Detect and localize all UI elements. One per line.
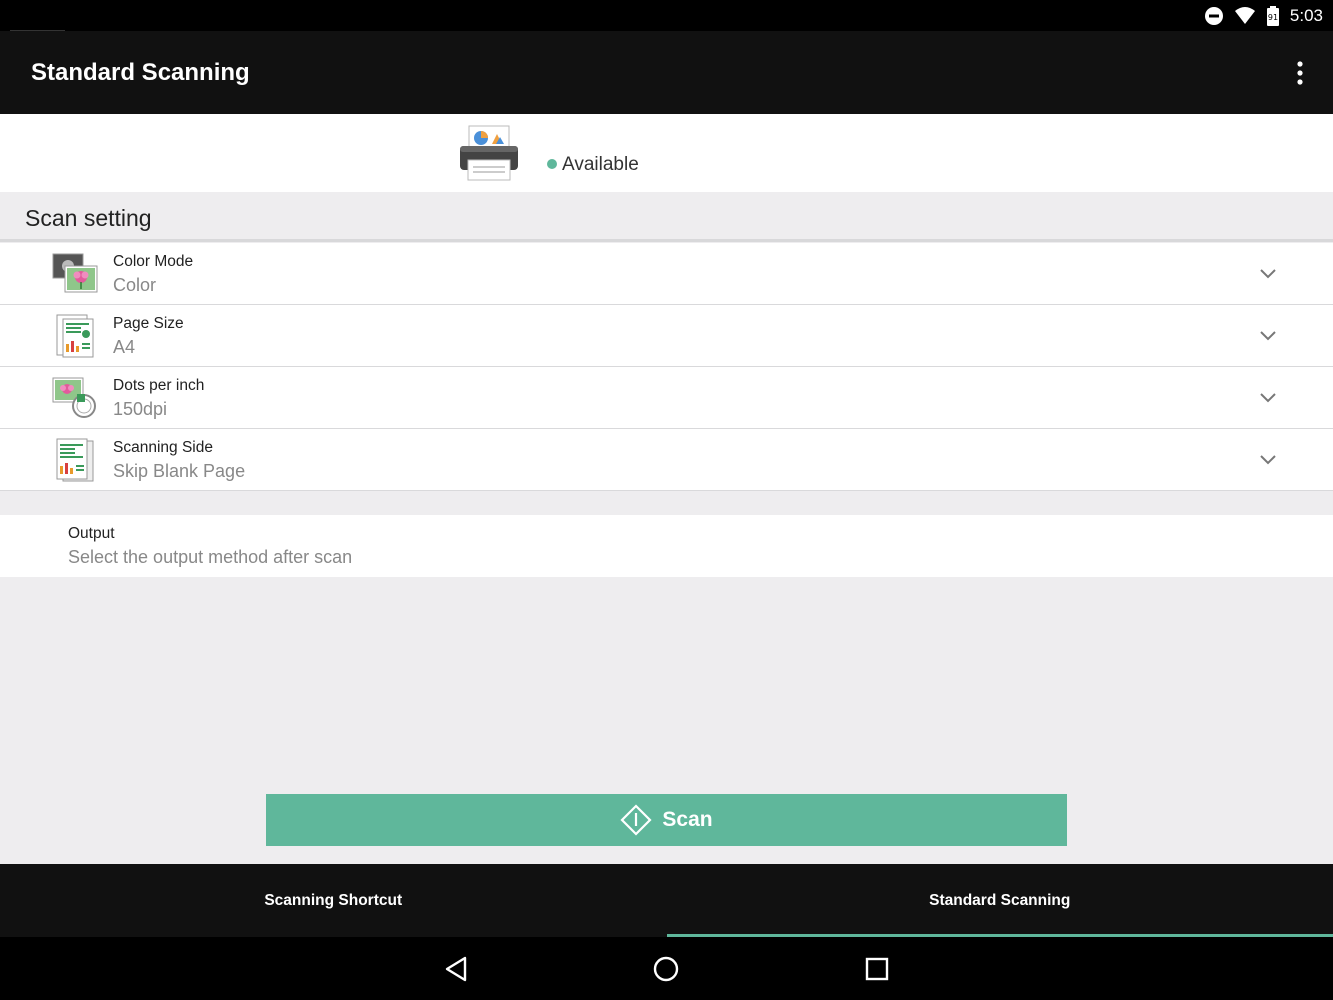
output-label: Output <box>68 525 115 542</box>
settings-list: Color Mode Color Page Size A4 Dots per i… <box>0 243 1333 491</box>
device-status-text: Available <box>562 154 639 175</box>
chevron-down-icon[interactable] <box>1258 265 1278 281</box>
home-icon[interactable] <box>650 953 682 985</box>
color-mode-icon <box>52 253 98 293</box>
setting-row-scanning-side[interactable]: Scanning Side Skip Blank Page <box>0 429 1333 491</box>
scan-button-label: Scan <box>662 808 713 831</box>
page-size-icon <box>56 314 94 358</box>
tab-label: Scanning Shortcut <box>264 891 403 909</box>
setting-label: Dots per inch <box>113 377 205 394</box>
setting-row-dots-per-inch[interactable]: Dots per inch 150dpi <box>0 367 1333 429</box>
tab-scanning-shortcut[interactable]: Scanning Shortcut <box>0 864 667 937</box>
bottom-tabs: Scanning Shortcut Standard Scanning <box>0 864 1333 937</box>
scan-setting-header: Scan setting <box>0 192 1333 242</box>
tab-standard-scanning[interactable]: Standard Scanning <box>666 864 1333 937</box>
setting-row-page-size[interactable]: Page Size A4 <box>0 305 1333 367</box>
chevron-down-icon[interactable] <box>1258 327 1278 343</box>
printer-icon <box>460 125 518 181</box>
status-icons: 91 5:03 <box>1204 4 1323 28</box>
recents-icon[interactable] <box>861 953 893 985</box>
do-not-disturb-icon <box>1204 7 1223 25</box>
setting-value: Skip Blank Page <box>113 461 246 481</box>
chevron-down-icon[interactable] <box>1258 389 1278 405</box>
setting-label: Page Size <box>113 315 184 332</box>
wifi-icon <box>1234 7 1255 24</box>
scan-button[interactable]: Scan <box>266 794 1067 846</box>
status-dot <box>547 159 557 169</box>
output-value: Select the output method after scan <box>68 547 353 567</box>
system-nav-bar <box>0 937 1333 1000</box>
scan-diamond-icon <box>620 804 652 836</box>
section-title: Scan setting <box>25 205 152 231</box>
output-row[interactable]: Output Select the output method after sc… <box>0 515 1333 577</box>
chevron-down-icon[interactable] <box>1258 451 1278 467</box>
battery-icon: 91 <box>1266 6 1279 26</box>
setting-label: Scanning Side <box>113 439 213 456</box>
app-bar: Standard Scanning <box>0 31 1333 114</box>
scanning-side-icon <box>56 438 94 482</box>
dpi-icon <box>52 377 96 418</box>
status-bar: 91 5:03 <box>0 0 1333 32</box>
setting-row-color-mode[interactable]: Color Mode Color <box>0 243 1333 305</box>
setting-value: 150dpi <box>113 399 168 419</box>
app-title: Standard Scanning <box>31 59 250 86</box>
tab-label: Standard Scanning <box>929 891 1071 909</box>
back-icon[interactable] <box>440 953 472 985</box>
setting-value: A4 <box>113 337 136 357</box>
setting-label: Color Mode <box>113 253 194 270</box>
svg-text:91: 91 <box>1268 13 1278 22</box>
setting-value: Color <box>113 275 157 295</box>
device-status-row[interactable]: Available <box>0 114 1333 192</box>
status-time: 5:03 <box>1289 6 1323 25</box>
more-vert-icon[interactable] <box>1293 59 1307 87</box>
